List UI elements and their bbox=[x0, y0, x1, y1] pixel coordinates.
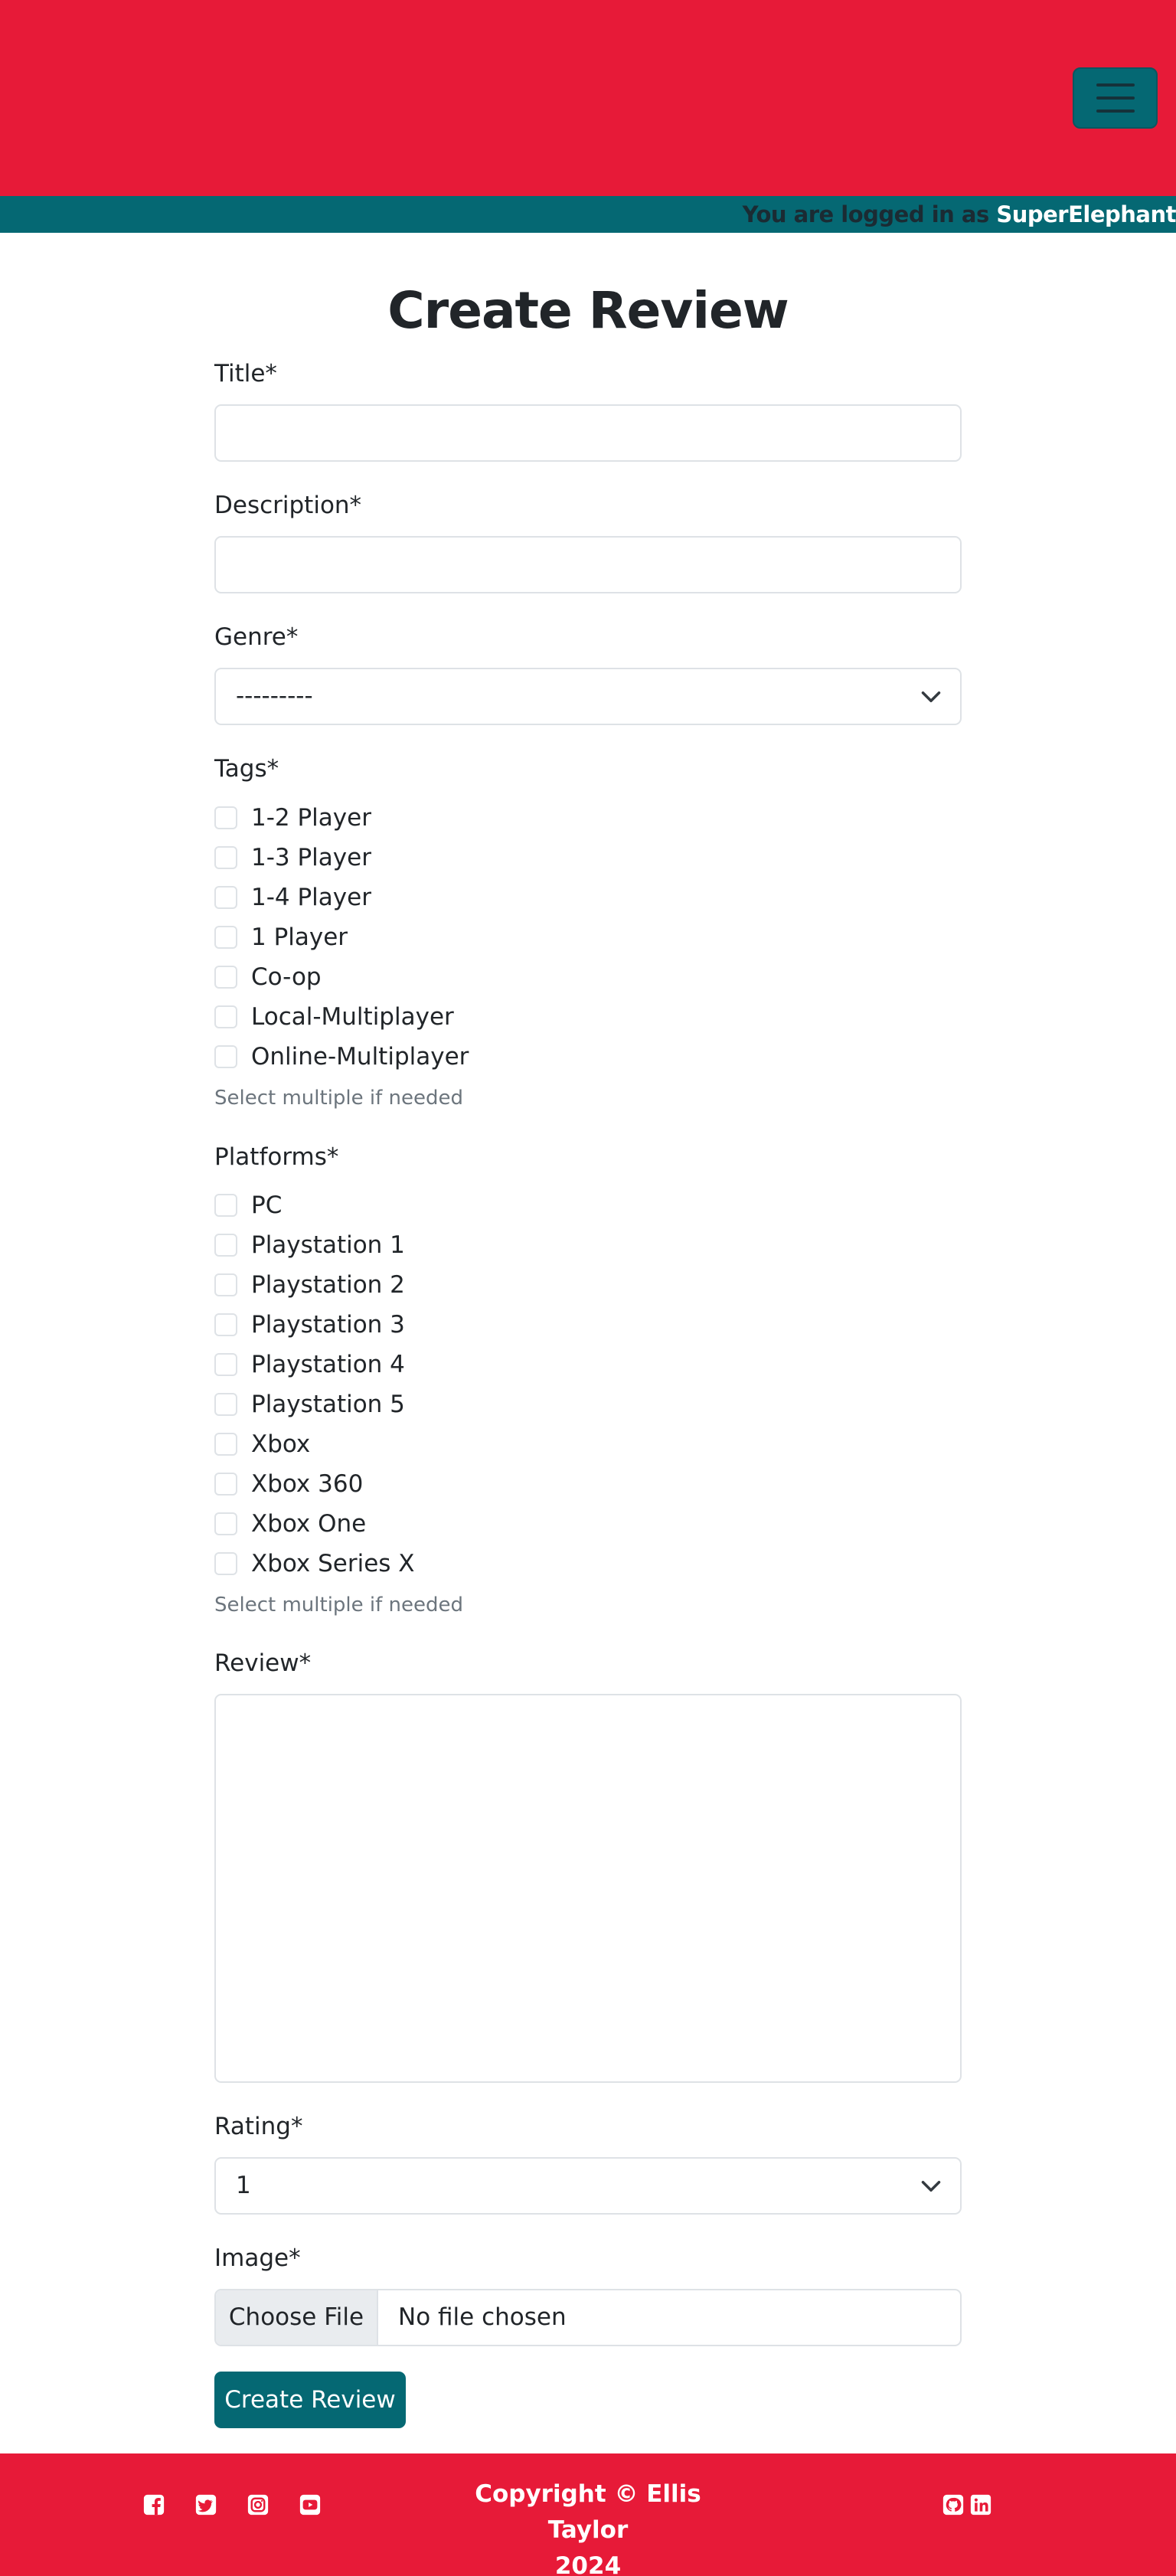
platform-option[interactable]: Xbox Series X bbox=[214, 1548, 415, 1580]
checkbox[interactable] bbox=[214, 1393, 237, 1416]
platform-option[interactable]: PC bbox=[214, 1189, 282, 1221]
page-title: Create Review bbox=[387, 281, 789, 340]
tag-option[interactable]: Online-Multiplayer bbox=[214, 1041, 469, 1073]
image-file-input[interactable]: Choose File No file chosen bbox=[214, 2289, 962, 2346]
tag-option-label: Co-op bbox=[251, 963, 322, 991]
platforms-label: Platforms* bbox=[214, 1143, 339, 1171]
tag-option[interactable]: Co-op bbox=[214, 961, 322, 993]
rating-selected-value: 1 bbox=[236, 2172, 251, 2199]
copyright-line: Copyright © Ellis Taylor bbox=[475, 2480, 701, 2544]
tag-option[interactable]: 1-2 Player bbox=[214, 802, 371, 834]
tag-option[interactable]: 1 Player bbox=[214, 921, 348, 953]
platform-option[interactable]: Xbox bbox=[214, 1428, 310, 1460]
platform-option-label: PC bbox=[251, 1192, 283, 1219]
checkbox[interactable] bbox=[214, 1473, 237, 1496]
tags-help-text: Select multiple if needed bbox=[214, 1087, 464, 1110]
platform-option[interactable]: Playstation 5 bbox=[214, 1388, 405, 1420]
genre-label: Genre* bbox=[214, 623, 299, 651]
platform-option-label: Playstation 2 bbox=[251, 1271, 405, 1299]
login-status: You are logged in as SuperElephant bbox=[743, 196, 1176, 233]
platform-option[interactable]: Xbox One bbox=[214, 1508, 366, 1540]
tag-option[interactable]: Local-Multiplayer bbox=[214, 1001, 454, 1033]
choose-file-button[interactable]: Choose File bbox=[216, 2290, 378, 2345]
hamburger-line bbox=[1096, 110, 1135, 113]
platforms-help-text: Select multiple if needed bbox=[214, 1594, 464, 1617]
file-status: No file chosen bbox=[398, 2303, 567, 2331]
facebook-icon[interactable] bbox=[142, 2493, 165, 2516]
review-label: Review* bbox=[214, 1649, 312, 1677]
image-label: Image* bbox=[214, 2244, 301, 2272]
linkedin-icon[interactable] bbox=[969, 2493, 992, 2516]
login-prefix: You are logged in as bbox=[742, 201, 990, 227]
platform-option-label: Xbox 360 bbox=[251, 1470, 364, 1498]
checkbox[interactable] bbox=[214, 1313, 237, 1336]
platform-option-label: Xbox bbox=[251, 1430, 311, 1458]
copyright-text: Copyright © Ellis Taylor 2024 bbox=[435, 2476, 741, 2576]
hamburger-line bbox=[1096, 96, 1135, 100]
hamburger-line bbox=[1096, 83, 1135, 87]
review-textarea[interactable] bbox=[214, 1694, 962, 2083]
site-header bbox=[0, 0, 1176, 196]
genre-selected-value: --------- bbox=[236, 682, 313, 710]
checkbox[interactable] bbox=[214, 1005, 237, 1028]
tag-option-label: 1-4 Player bbox=[251, 884, 371, 911]
platform-option-label: Playstation 5 bbox=[251, 1391, 405, 1418]
twitter-icon[interactable] bbox=[194, 2493, 217, 2516]
checkbox[interactable] bbox=[214, 1433, 237, 1456]
username: SuperElephant bbox=[996, 201, 1176, 227]
rating-label: Rating* bbox=[214, 2113, 303, 2140]
title-input[interactable] bbox=[214, 404, 962, 462]
checkbox[interactable] bbox=[214, 926, 237, 949]
tag-option-label: Local-Multiplayer bbox=[251, 1003, 454, 1031]
youtube-icon[interactable] bbox=[299, 2493, 322, 2516]
menu-toggle-button[interactable] bbox=[1073, 67, 1158, 129]
copyright-year: 2024 bbox=[554, 2552, 622, 2576]
tag-option[interactable]: 1-3 Player bbox=[214, 842, 371, 874]
platform-option[interactable]: Playstation 1 bbox=[214, 1229, 405, 1261]
checkbox[interactable] bbox=[214, 1273, 237, 1296]
checkbox[interactable] bbox=[214, 1512, 237, 1535]
checkbox[interactable] bbox=[214, 1234, 237, 1257]
checkbox[interactable] bbox=[214, 1353, 237, 1376]
tag-option[interactable]: 1-4 Player bbox=[214, 881, 371, 914]
github-icon[interactable] bbox=[942, 2493, 965, 2516]
platform-option-label: Playstation 3 bbox=[251, 1311, 405, 1339]
checkbox[interactable] bbox=[214, 886, 237, 909]
checkbox[interactable] bbox=[214, 1194, 237, 1217]
tag-option-label: 1 Player bbox=[251, 924, 348, 951]
platform-option-label: Playstation 4 bbox=[251, 1351, 405, 1378]
platform-option[interactable]: Playstation 3 bbox=[214, 1309, 405, 1341]
tag-option-label: 1-3 Player bbox=[251, 844, 371, 871]
platform-option[interactable]: Playstation 4 bbox=[214, 1348, 405, 1381]
genre-select[interactable]: --------- bbox=[214, 668, 962, 725]
platform-option-label: Xbox Series X bbox=[251, 1550, 415, 1577]
chevron-down-icon bbox=[921, 691, 941, 702]
platform-option[interactable]: Xbox 360 bbox=[214, 1468, 363, 1500]
checkbox[interactable] bbox=[214, 846, 237, 869]
platform-option[interactable]: Playstation 2 bbox=[214, 1269, 405, 1301]
login-status-bar: You are logged in as SuperElephant bbox=[0, 196, 1176, 233]
instagram-icon[interactable] bbox=[247, 2493, 270, 2516]
description-label: Description* bbox=[214, 492, 362, 519]
site-footer: Copyright © Ellis Taylor 2024 bbox=[0, 2453, 1176, 2576]
checkbox[interactable] bbox=[214, 806, 237, 829]
rating-select[interactable]: 1 bbox=[214, 2157, 962, 2215]
checkbox[interactable] bbox=[214, 966, 237, 989]
title-label: Title* bbox=[214, 360, 277, 387]
tags-label: Tags* bbox=[214, 755, 279, 783]
description-input[interactable] bbox=[214, 536, 962, 593]
chevron-down-icon bbox=[921, 2181, 941, 2192]
checkbox[interactable] bbox=[214, 1552, 237, 1575]
checkbox[interactable] bbox=[214, 1045, 237, 1068]
platform-option-label: Xbox One bbox=[251, 1510, 367, 1538]
tag-option-label: Online-Multiplayer bbox=[251, 1043, 469, 1071]
create-review-button[interactable]: Create Review bbox=[214, 2372, 406, 2428]
platform-option-label: Playstation 1 bbox=[251, 1231, 405, 1259]
tag-option-label: 1-2 Player bbox=[251, 804, 371, 832]
